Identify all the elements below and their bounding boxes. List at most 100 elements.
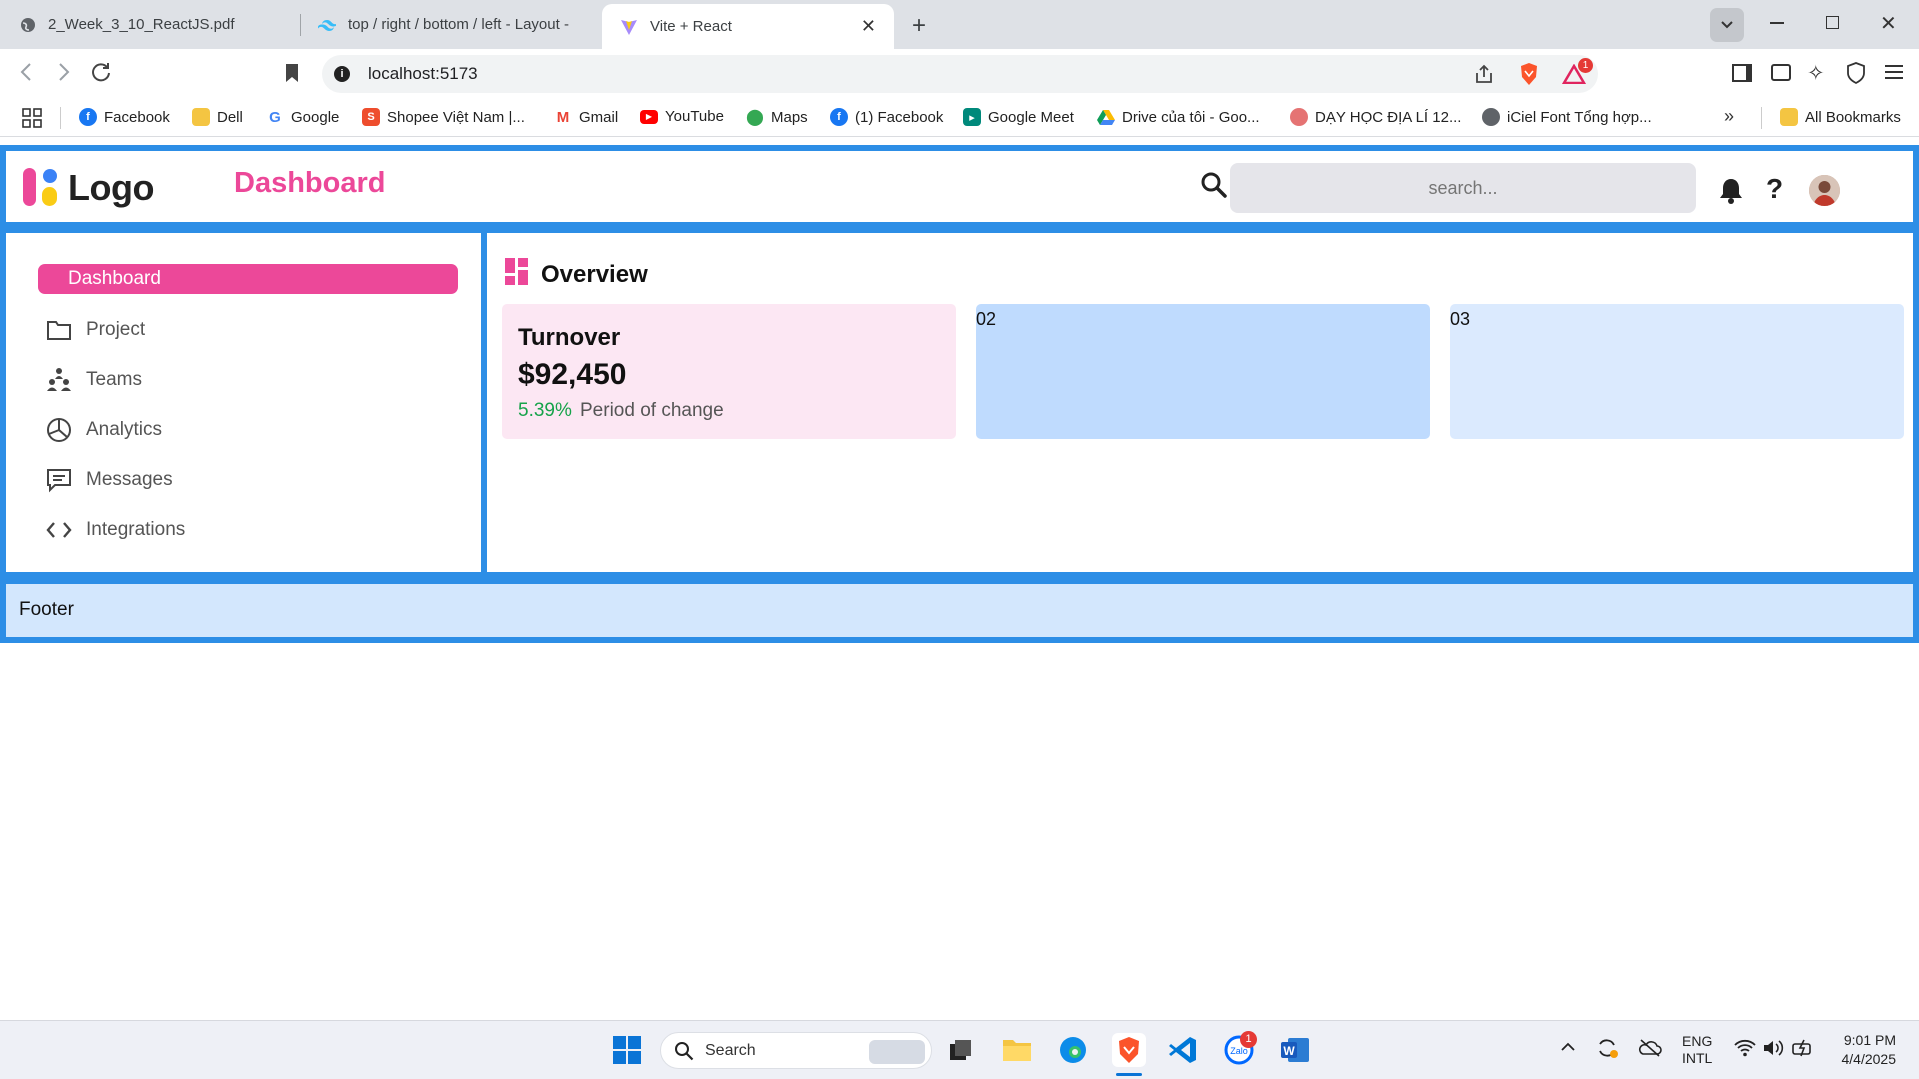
bookmarks-bar: f Facebook Dell G Google S Shopee Việt Nam …: [0, 99, 1919, 137]
wifi-icon[interactable]: [1734, 1039, 1756, 1057]
brave-shield-icon[interactable]: [1518, 62, 1540, 86]
sidebar-item-messages[interactable]: Messages: [38, 465, 458, 495]
section-title: Overview: [541, 261, 648, 288]
overview-icon: [505, 258, 529, 286]
bookmark-icon[interactable]: [284, 63, 300, 83]
help-icon[interactable]: ?: [1766, 173, 1783, 205]
footer-text: Footer: [19, 599, 74, 620]
dashboard-icon: [50, 273, 62, 285]
card-value: $92,450: [518, 358, 627, 391]
tab-tailwind[interactable]: top / right / bottom / left - Layout -: [300, 6, 590, 43]
battery-charging-icon[interactable]: [1792, 1039, 1816, 1057]
bookmark-google-meet[interactable]: ▸ Google Meet: [963, 108, 1074, 126]
reload-icon[interactable]: [90, 61, 112, 83]
menu-icon[interactable]: [1884, 64, 1904, 80]
bookmark-youtube[interactable]: ▶ YouTube: [640, 108, 724, 125]
tab-title: 2_Week_3_10_ReactJS.pdf: [48, 16, 235, 33]
sidebar-item-label: Teams: [86, 369, 142, 390]
more-bookmarks-icon[interactable]: »: [1724, 106, 1734, 127]
address-bar[interactable]: i localhost:5173 1: [322, 55, 1598, 93]
globe-icon: [20, 17, 36, 33]
all-bookmarks-folder[interactable]: All Bookmarks: [1780, 108, 1901, 126]
restore-button[interactable]: [1826, 16, 1839, 29]
windows-taskbar: Search Zalo 1 W ENG INTL 9:01 PM 4/4/202…: [0, 1020, 1919, 1079]
bookmark-drive[interactable]: Drive của tôi - Goo...: [1097, 108, 1260, 126]
taskbar-search[interactable]: Search: [660, 1032, 932, 1069]
tab-title: top / right / bottom / left - Layout -: [348, 16, 569, 33]
maps-icon: ⬤: [746, 109, 764, 126]
card-03[interactable]: 03: [1450, 304, 1904, 439]
bookmark-iciel[interactable]: iCiel Font Tổng hợp...: [1482, 108, 1652, 126]
clock[interactable]: 9:01 PM 4/4/2025: [1832, 1031, 1897, 1069]
sidebar-item-project[interactable]: Project: [38, 315, 458, 345]
teams-icon: [46, 367, 72, 393]
sidebar-item-integrations[interactable]: Integrations: [38, 515, 458, 545]
new-tab-button[interactable]: +: [912, 12, 926, 40]
sync-icon[interactable]: [1596, 1037, 1618, 1059]
logo-text[interactable]: Logo: [68, 167, 154, 209]
search-icon[interactable]: [1200, 171, 1228, 199]
rewards-badge: 1: [1578, 58, 1593, 73]
sidebar-item-label: Project: [86, 319, 146, 340]
edge-icon[interactable]: [1056, 1033, 1090, 1067]
card-02[interactable]: 02: [976, 304, 1430, 439]
back-icon[interactable]: [18, 61, 36, 83]
onedrive-offline-icon[interactable]: [1638, 1038, 1662, 1058]
sidebar-item-label: Dashboard: [68, 268, 161, 289]
vpn-icon[interactable]: [1846, 62, 1866, 84]
sidebar-toggle-icon[interactable]: [1732, 64, 1752, 82]
active-app-indicator: [1116, 1073, 1142, 1076]
bookmark-dia-li[interactable]: DẠY HỌC ĐỊA LÍ 12...: [1290, 108, 1461, 126]
meet-icon: ▸: [963, 108, 981, 126]
tab-search-button[interactable]: [1710, 8, 1744, 42]
zalo-badge: 1: [1240, 1031, 1257, 1048]
bookmark-dell[interactable]: Dell: [192, 108, 243, 126]
volume-icon[interactable]: [1762, 1039, 1784, 1057]
info-icon[interactable]: i: [334, 66, 350, 82]
globe-icon: [1482, 108, 1500, 126]
leo-ai-icon[interactable]: ✧: [1807, 61, 1825, 86]
windows-start-icon[interactable]: [610, 1033, 644, 1067]
folder-icon: [46, 318, 72, 342]
brave-taskbar-icon[interactable]: [1112, 1033, 1146, 1067]
language-indicator[interactable]: ENG INTL: [1682, 1033, 1712, 1067]
sidebar-item-analytics[interactable]: Analytics: [38, 415, 458, 445]
minimize-button[interactable]: [1770, 22, 1784, 24]
bell-icon[interactable]: [1718, 177, 1744, 205]
avatar[interactable]: [1809, 175, 1840, 206]
file-explorer-icon[interactable]: [1000, 1033, 1034, 1067]
sidebar-item-teams[interactable]: Teams: [38, 365, 458, 395]
task-view-icon[interactable]: [944, 1033, 978, 1067]
close-window-button[interactable]: ✕: [1880, 11, 1897, 36]
card-title: Turnover: [518, 324, 621, 351]
apps-grid-icon[interactable]: [22, 108, 42, 128]
gmail-icon: M: [556, 108, 570, 126]
share-icon[interactable]: [1474, 64, 1494, 84]
bookmark-facebook[interactable]: f Facebook: [79, 108, 170, 126]
bookmark-gmail[interactable]: M Gmail: [554, 108, 618, 126]
tab-pdf[interactable]: 2_Week_3_10_ReactJS.pdf: [2, 6, 298, 43]
turnover-card[interactable]: Turnover $92,450 5.39% Period of change: [502, 304, 956, 439]
chevron-down-icon: [1721, 21, 1733, 29]
tab-vite-react[interactable]: Vite + React ✕: [602, 4, 894, 49]
bookmark-google[interactable]: G Google: [266, 108, 339, 126]
forward-icon[interactable]: [54, 61, 72, 83]
sidebar-item-label: Messages: [86, 469, 173, 490]
chevron-up-icon[interactable]: [1560, 1041, 1576, 1053]
sidebar-item-dashboard[interactable]: Dashboard: [38, 264, 458, 294]
url-text[interactable]: localhost:5173: [368, 64, 478, 84]
bookmark-facebook-2[interactable]: f (1) Facebook: [830, 108, 943, 126]
search-input[interactable]: [1230, 163, 1696, 213]
bookmark-maps[interactable]: ⬤ Maps: [746, 108, 808, 127]
keyboard-layout: INTL: [1682, 1050, 1713, 1066]
page-title: Dashboard: [234, 167, 386, 199]
word-icon[interactable]: W: [1278, 1033, 1312, 1067]
card-change-percent: 5.39%: [518, 400, 572, 421]
close-tab-icon[interactable]: ✕: [861, 16, 876, 37]
wallet-icon[interactable]: [1771, 64, 1791, 81]
site-icon: [1290, 108, 1308, 126]
bookmark-shopee[interactable]: S Shopee Việt Nam |...: [362, 108, 525, 126]
browser-toolbar: i localhost:5173 1 ✧: [0, 49, 1919, 99]
svg-text:W: W: [1283, 1044, 1295, 1058]
vscode-icon[interactable]: [1166, 1033, 1200, 1067]
